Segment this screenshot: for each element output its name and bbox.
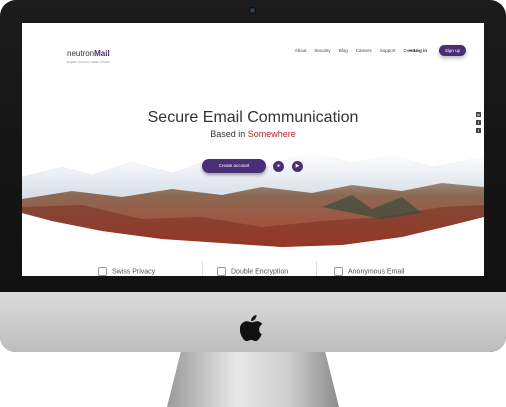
nav-support[interactable]: Support <box>380 48 396 53</box>
nav-about[interactable]: About <box>295 48 307 53</box>
monitor-chin <box>0 292 506 352</box>
play-video-button[interactable]: ▶ <box>292 161 303 172</box>
lock-icon <box>217 267 226 276</box>
info-icon: ● <box>276 163 281 169</box>
shield-icon <box>98 267 107 276</box>
divider <box>202 261 203 276</box>
brand-logo[interactable]: neutronMail <box>67 49 110 58</box>
nav-security[interactable]: Security <box>314 48 330 53</box>
hero-title: Secure Email Communication <box>147 109 359 126</box>
feature-swiss-privacy: Swiss Privacy <box>98 267 155 276</box>
info-button[interactable]: ● <box>273 161 284 172</box>
feature-label: Anonymous Email <box>348 268 405 276</box>
create-account-button[interactable]: Create account <box>202 159 266 173</box>
play-icon: ▶ <box>295 163 300 169</box>
anonymous-icon <box>334 267 343 276</box>
login-icon: ➜ <box>408 48 413 53</box>
monitor-bezel: neutronMail English | French | Italian |… <box>0 0 506 352</box>
login-link[interactable]: ➜ Log in <box>408 48 427 54</box>
top-nav: About Security Blog Careers Support Dona… <box>295 48 418 53</box>
login-label: Log in <box>413 48 428 53</box>
hero-subtitle: Based in Somewhere <box>22 129 484 139</box>
feature-double-encryption: Double Encryption <box>217 267 288 276</box>
camera-icon <box>250 8 255 13</box>
nav-careers[interactable]: Careers <box>356 48 372 53</box>
hero-subtitle-prefix: Based in <box>210 129 248 139</box>
feature-label: Swiss Privacy <box>112 268 156 276</box>
screen: neutronMail English | French | Italian |… <box>22 23 484 276</box>
logo-regular-text: neutron <box>67 49 95 58</box>
apple-logo-icon <box>240 315 263 342</box>
hero-subtitle-highlight: Somewhere <box>247 129 296 139</box>
nav-blog[interactable]: Blog <box>339 48 348 53</box>
logo-bold-text: Mail <box>94 49 110 58</box>
feature-label: Double Encryption <box>231 268 289 276</box>
language-switcher[interactable]: English | French | Italian | Polish <box>67 60 110 64</box>
divider <box>316 261 317 276</box>
signup-button[interactable]: Sign up <box>439 45 466 56</box>
monitor-stand <box>167 352 339 407</box>
feature-anonymous-email: Anonymous Email <box>334 267 404 276</box>
